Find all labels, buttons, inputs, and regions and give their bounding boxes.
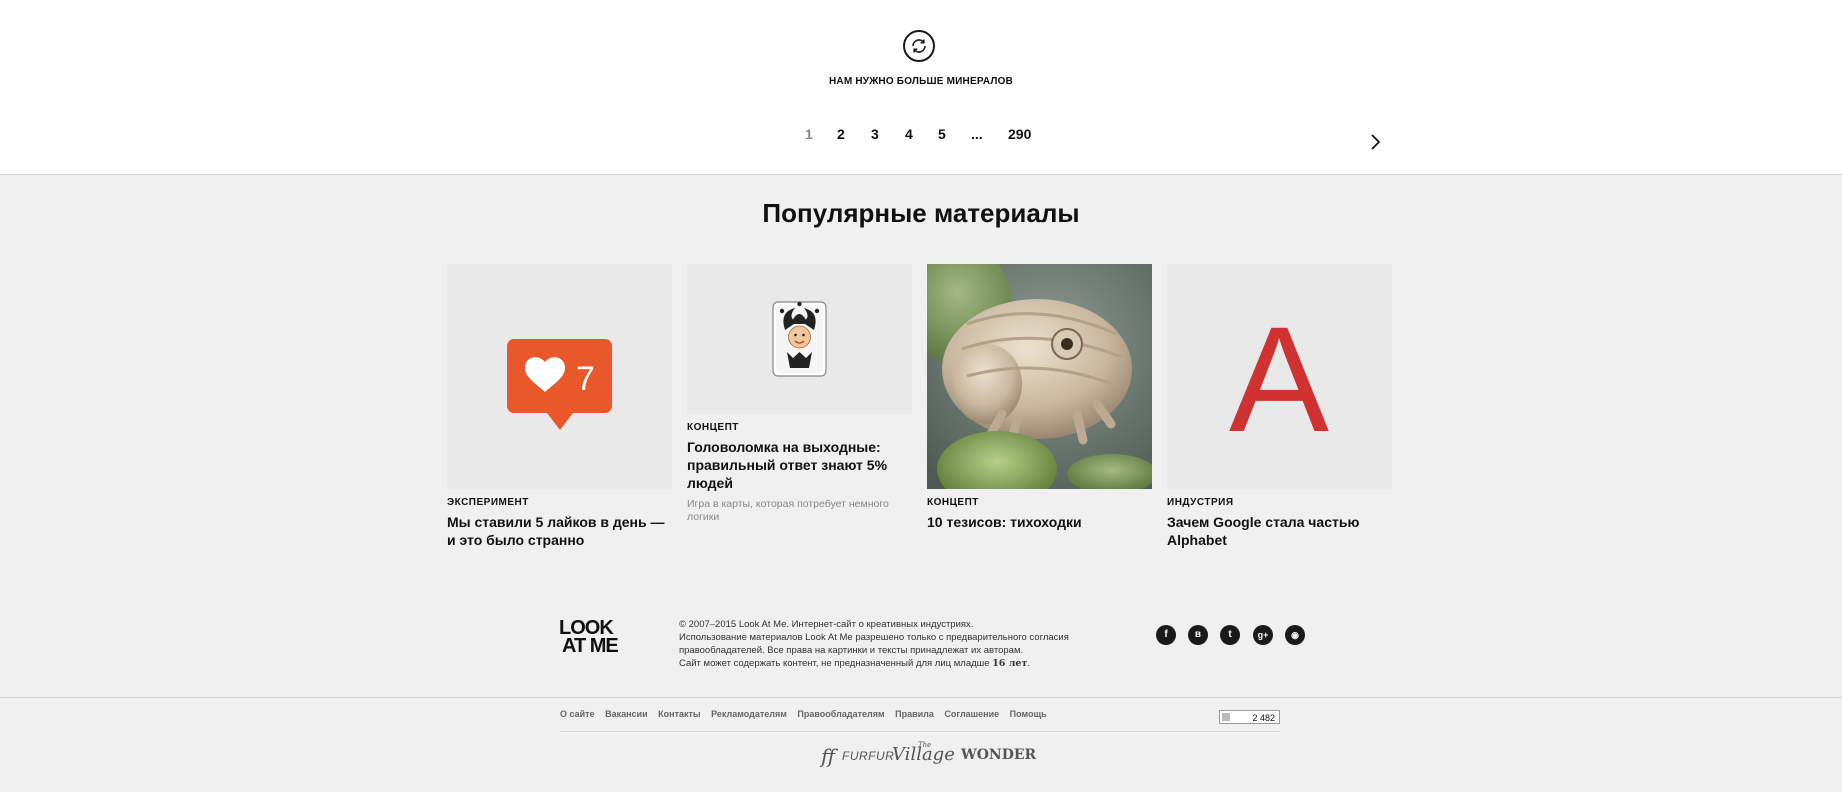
pagination: 1 2 3 4 5 ... 290 — [0, 126, 1842, 146]
wonder-logo[interactable]: WONDER — [961, 747, 1036, 763]
alphabet-logo: A — [1229, 295, 1329, 463]
article-rubric[interactable]: ЭКСПЕРИМЕНТ — [447, 497, 672, 508]
copyright-line: правообладателей. Все права на картинки … — [679, 645, 1024, 656]
article-headline[interactable]: Головоломка на выходные: правильный отве… — [687, 438, 912, 492]
copyright-line: © 2007–2015 Look At Me. Интернет-сайт о … — [679, 619, 974, 630]
article-rubric[interactable]: КОНЦЕПТ — [927, 497, 1152, 508]
popular-section-title: Популярные материалы — [762, 198, 1080, 228]
chevron-right-icon[interactable] — [1370, 133, 1382, 151]
copyright-text: © 2007–2015 Look At Me. Интернет-сайт о … — [679, 618, 1099, 670]
article-card[interactable]: A ИНДУСТРИЯ Зачем Google стала частью Al… — [1167, 264, 1392, 549]
like-notification-icon: 7 — [507, 339, 612, 430]
page-link-2[interactable]: 2 — [837, 126, 845, 142]
article-card[interactable]: КОНЦЕПТ 10 тезисов: тихоходки — [927, 264, 1152, 531]
footer-link-contacts[interactable]: Контакты — [658, 709, 700, 719]
copyright-line: Использование материалов Look At Me разр… — [679, 632, 1069, 643]
page-link-1[interactable]: 1 — [805, 126, 813, 142]
article-card[interactable]: 7 ЭКСПЕРИМЕНТ Мы ставили 5 лайков в день… — [447, 264, 672, 549]
copyright-line: Сайт может содержать контент, не предназ… — [679, 657, 1099, 670]
footer-link-rightholders[interactable]: Правообладателям — [797, 709, 884, 719]
visitor-counter[interactable]: 2 482 — [1219, 710, 1280, 724]
google-plus-icon[interactable]: g+ — [1253, 625, 1273, 645]
page-ellipsis: ... — [971, 126, 983, 142]
article-thumbnail[interactable] — [687, 264, 912, 414]
footer-link-help[interactable]: Помощь — [1010, 709, 1047, 719]
vkontakte-icon[interactable]: в — [1188, 625, 1208, 645]
footer-link-rules[interactable]: Правила — [895, 709, 934, 719]
facebook-icon[interactable]: f — [1156, 625, 1176, 645]
footer-divider — [0, 697, 1842, 698]
article-headline[interactable]: Мы ставили 5 лайков в день — и это было … — [447, 513, 672, 549]
partner-sites: ff FURFUR Village The WONDER — [0, 741, 1842, 768]
like-count: 7 — [576, 360, 595, 398]
page-link-5[interactable]: 5 — [938, 126, 946, 142]
furfur-logo[interactable]: FURFUR — [842, 749, 894, 763]
footer-link-agreement[interactable]: Соглашение — [944, 709, 999, 719]
article-thumbnail[interactable]: A — [1167, 264, 1392, 489]
age-dot: . — [1027, 658, 1030, 669]
logo-line-2: AT ME — [562, 635, 619, 657]
rss-icon[interactable]: ◉ — [1285, 625, 1305, 645]
joker-card-icon — [772, 301, 827, 377]
page-link-4[interactable]: 4 — [905, 126, 913, 142]
page-link-last[interactable]: 290 — [1008, 126, 1031, 142]
tardigrade-photo — [927, 264, 1152, 489]
footer-link-jobs[interactable]: Вакансии — [605, 709, 648, 719]
article-headline[interactable]: 10 тезисов: тихоходки — [927, 513, 1152, 531]
age-limit: 16 лет — [992, 658, 1028, 669]
articles-footer-area: НАМ НУЖНО БОЛЬШЕ МИНЕРАЛОВ 1 2 3 4 5 ...… — [0, 0, 1842, 175]
links-divider — [560, 731, 1280, 732]
lookatme-logo[interactable]: LOOK AT ME — [559, 618, 619, 657]
twitter-icon[interactable]: t — [1220, 625, 1240, 645]
footer-links: О сайте Вакансии Контакты Рекламодателям… — [560, 709, 1055, 719]
article-thumbnail[interactable]: 7 — [447, 264, 672, 489]
article-headline[interactable]: Зачем Google стала частью Alphabet — [1167, 513, 1392, 549]
the-village-logo-prefix: The — [918, 741, 932, 749]
article-thumbnail[interactable] — [927, 264, 1152, 489]
footer-link-about[interactable]: О сайте — [560, 709, 595, 719]
load-more-button[interactable] — [903, 30, 935, 62]
article-card[interactable]: КОНЦЕПТ Головоломка на выходные: правиль… — [687, 264, 912, 524]
article-lead: Игра в карты, которая потребует немного … — [687, 498, 889, 523]
page-link-3[interactable]: 3 — [871, 126, 879, 142]
counter-icon — [1222, 713, 1230, 721]
alphabet-letter: A — [1229, 295, 1329, 463]
furfur-icon[interactable]: ff — [821, 744, 835, 768]
counter-value: 2 482 — [1252, 713, 1275, 723]
load-more-label[interactable]: НАМ НУЖНО БОЛЬШЕ МИНЕРАЛОВ — [0, 76, 1842, 87]
article-rubric[interactable]: КОНЦЕПТ — [687, 422, 912, 433]
refresh-icon — [912, 39, 926, 53]
article-rubric[interactable]: ИНДУСТРИЯ — [1167, 497, 1392, 508]
footer-link-advertisers[interactable]: Рекламодателям — [711, 709, 787, 719]
age-warning-text: Сайт может содержать контент, не предназ… — [679, 658, 990, 669]
